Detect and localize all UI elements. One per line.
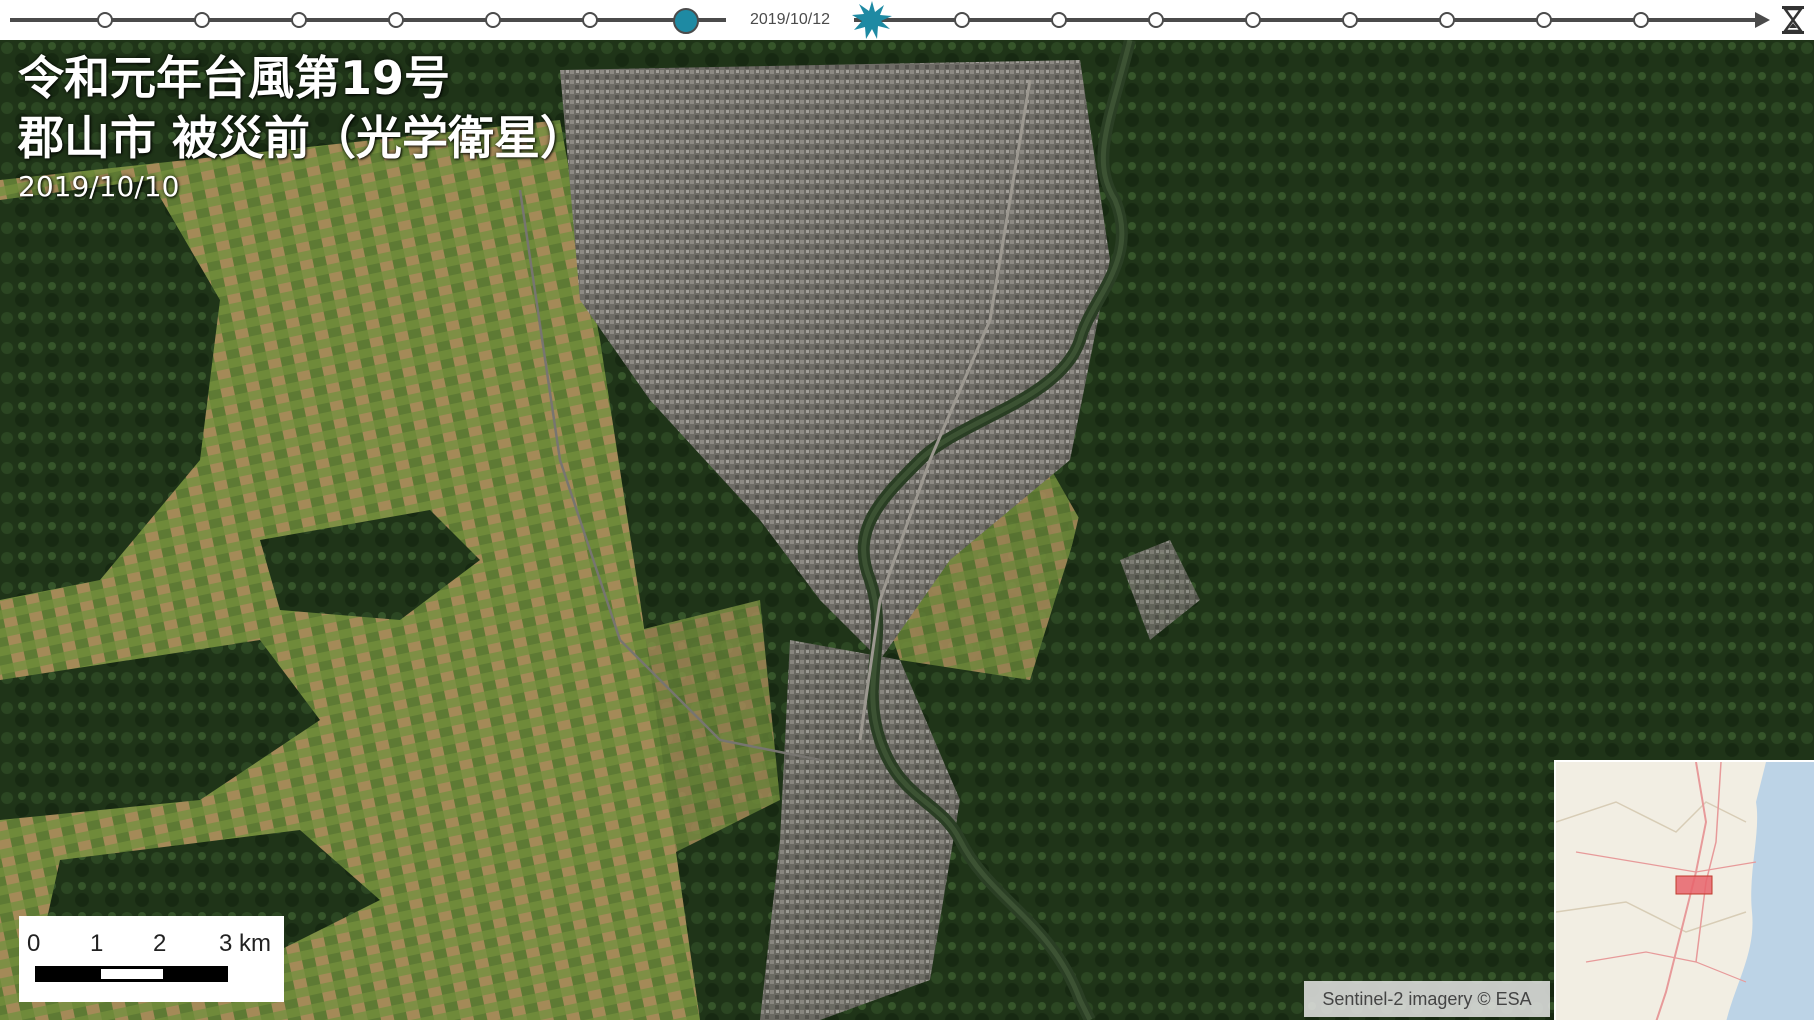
timeline-tick-active[interactable] xyxy=(673,8,699,34)
map-title-line2: 郡山市 被災前（光学衛星） xyxy=(18,111,587,165)
scale-label-2: 2 xyxy=(153,930,167,957)
timeline-tick[interactable] xyxy=(1439,12,1455,28)
scale-bar-track xyxy=(35,966,228,982)
scale-bar: 0 1 2 3 km xyxy=(19,916,284,1002)
timeline-tick[interactable] xyxy=(291,12,307,28)
inset-locator-map[interactable] xyxy=(1554,760,1814,1020)
timeline-date-label: 2019/10/12 xyxy=(726,9,854,31)
burst-icon[interactable] xyxy=(852,1,892,39)
scale-bar-segment xyxy=(101,969,163,979)
timeline-tick[interactable] xyxy=(954,12,970,28)
timeline-tick[interactable] xyxy=(1148,12,1164,28)
timeline-tick[interactable] xyxy=(582,12,598,28)
map-title-line1: 令和元年台風第19号 xyxy=(18,51,451,105)
inset-map-graphic xyxy=(1556,762,1814,1020)
map-title-block: 令和元年台風第19号 郡山市 被災前（光学衛星） 2019/10/10 xyxy=(18,48,586,204)
hourglass-icon[interactable] xyxy=(1779,4,1807,36)
timeline-tick[interactable] xyxy=(194,12,210,28)
scale-label-0: 0 xyxy=(27,930,41,957)
timeline-tick[interactable] xyxy=(485,12,501,28)
timeline-bar: 2019/10/12 xyxy=(0,0,1814,40)
timeline-tick[interactable] xyxy=(388,12,404,28)
timeline-tick[interactable] xyxy=(97,12,113,28)
timeline-tick[interactable] xyxy=(1536,12,1552,28)
scale-label-3: 3 km xyxy=(219,930,272,957)
timeline-tick[interactable] xyxy=(1051,12,1067,28)
timeline-tick[interactable] xyxy=(1245,12,1261,28)
satellite-map[interactable]: 令和元年台風第19号 郡山市 被災前（光学衛星） 2019/10/10 0 1 … xyxy=(0,40,1814,1020)
imagery-attribution: Sentinel-2 imagery © ESA xyxy=(1304,981,1550,1017)
scale-label-1: 1 xyxy=(90,930,104,957)
map-date: 2019/10/10 xyxy=(18,170,180,203)
timeline-tick[interactable] xyxy=(1633,12,1649,28)
timeline-tick[interactable] xyxy=(1342,12,1358,28)
arrow-right-icon xyxy=(1755,12,1770,28)
